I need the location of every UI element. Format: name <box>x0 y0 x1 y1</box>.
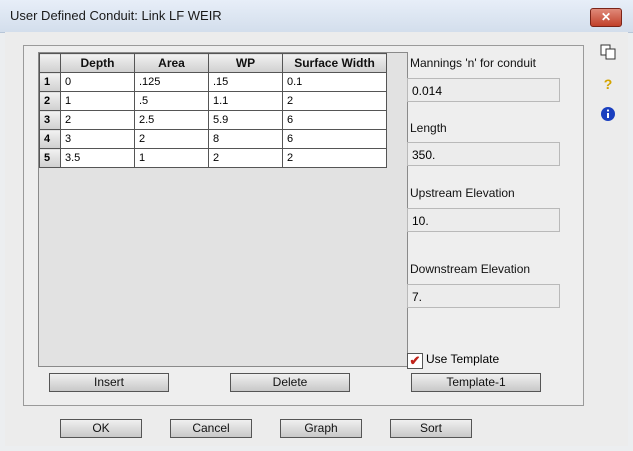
close-button[interactable]: ✕ <box>590 8 622 27</box>
dialog-window: User Defined Conduit: Link LF WEIR ✕ Dep… <box>0 0 633 451</box>
mannings-field[interactable]: 0.014 <box>407 78 560 102</box>
table-row: 4 3 2 8 6 <box>39 129 387 149</box>
column-header-depth[interactable]: Depth <box>60 53 135 73</box>
table-row: 1 0 .125 .15 0.1 <box>39 72 387 92</box>
table-cell[interactable]: .5 <box>134 91 209 111</box>
table-cell[interactable]: 2 <box>282 91 387 111</box>
table-cell[interactable]: 3.5 <box>60 148 135 168</box>
mannings-label: Mannings 'n' for conduit <box>410 56 536 70</box>
help-icon[interactable]: ? <box>599 76 617 92</box>
downstream-elevation-field[interactable]: 7. <box>407 284 560 308</box>
length-field[interactable]: 350. <box>407 142 560 166</box>
table-row: 5 3.5 1 2 2 <box>39 148 387 168</box>
use-template-checkbox[interactable]: ✔ <box>407 353 423 369</box>
table-cell[interactable]: 6 <box>282 129 387 149</box>
cancel-button[interactable]: Cancel <box>170 419 252 438</box>
window-title: User Defined Conduit: Link LF WEIR <box>10 8 222 23</box>
table-cell[interactable]: 2 <box>208 148 283 168</box>
table-cell[interactable]: .15 <box>208 72 283 92</box>
table-cell[interactable]: 2 <box>282 148 387 168</box>
downstream-elevation-label: Downstream Elevation <box>410 262 531 276</box>
table-cell[interactable]: 2.5 <box>134 110 209 130</box>
dialog-client-area: Depth Area WP Surface Width 1 0 .125 .15 <box>5 32 628 446</box>
copy-icon[interactable] <box>599 44 617 63</box>
row-header[interactable]: 1 <box>39 72 61 92</box>
conduit-table-area: Depth Area WP Surface Width 1 0 .125 .15 <box>38 52 408 367</box>
table-cell[interactable]: 1.1 <box>208 91 283 111</box>
length-label: Length <box>410 121 447 135</box>
table-cell[interactable]: 8 <box>208 129 283 149</box>
sort-button[interactable]: Sort <box>390 419 472 438</box>
table-cell[interactable]: 6 <box>282 110 387 130</box>
column-header-area[interactable]: Area <box>134 53 209 73</box>
use-template-label: Use Template <box>426 352 500 366</box>
ok-button[interactable]: OK <box>60 419 142 438</box>
graph-button[interactable]: Graph <box>280 419 362 438</box>
table-cell[interactable]: 0 <box>60 72 135 92</box>
delete-button[interactable]: Delete <box>230 373 350 392</box>
title-bar: User Defined Conduit: Link LF WEIR ✕ <box>0 0 633 33</box>
info-icon[interactable] <box>599 106 617 125</box>
table-cell[interactable]: 2 <box>134 129 209 149</box>
upstream-elevation-label: Upstream Elevation <box>410 186 515 200</box>
table-cell[interactable]: 1 <box>134 148 209 168</box>
conduit-table: Depth Area WP Surface Width 1 0 .125 .15 <box>39 53 387 168</box>
table-cell[interactable]: 2 <box>60 110 135 130</box>
row-header[interactable]: 4 <box>39 129 61 149</box>
conduit-panel: Depth Area WP Surface Width 1 0 .125 .15 <box>23 45 584 406</box>
table-cell[interactable]: 5.9 <box>208 110 283 130</box>
template-button[interactable]: Template-1 <box>411 373 541 392</box>
upstream-elevation-field[interactable]: 10. <box>407 208 560 232</box>
column-header-wp[interactable]: WP <box>208 53 283 73</box>
table-corner-header <box>39 53 61 73</box>
table-cell[interactable]: 0.1 <box>282 72 387 92</box>
table-cell[interactable]: .125 <box>134 72 209 92</box>
insert-button[interactable]: Insert <box>49 373 169 392</box>
column-header-surface-width[interactable]: Surface Width <box>282 53 387 73</box>
table-cell[interactable]: 1 <box>60 91 135 111</box>
row-header[interactable]: 2 <box>39 91 61 111</box>
table-row: 3 2 2.5 5.9 6 <box>39 110 387 130</box>
table-cell[interactable]: 3 <box>60 129 135 149</box>
row-header[interactable]: 3 <box>39 110 61 130</box>
table-row: 2 1 .5 1.1 2 <box>39 91 387 111</box>
row-header[interactable]: 5 <box>39 148 61 168</box>
